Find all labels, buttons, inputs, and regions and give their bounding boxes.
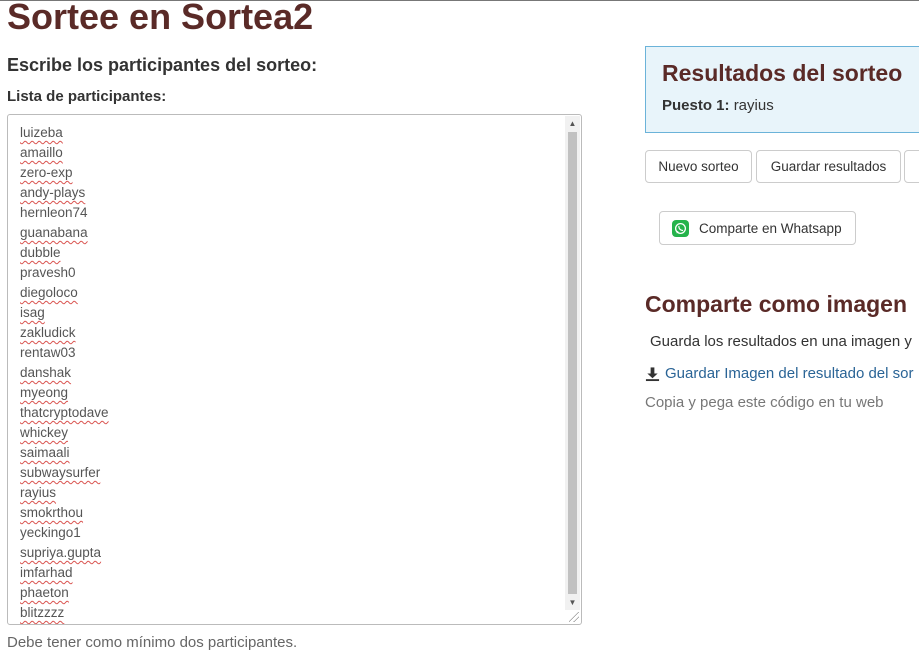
download-image-link[interactable]: Guardar Imagen del resultado del sor: [645, 365, 913, 382]
share-image-title: Comparte como imagen: [645, 291, 907, 317]
share-image-description: Guarda los resultados en una imagen y: [650, 333, 912, 350]
participant-item: saimaali: [20, 445, 70, 460]
result-position-1: Puesto 1: rayius: [662, 97, 774, 114]
results-title: Resultados del sorteo: [662, 60, 903, 86]
participants-label: Lista de participantes:: [7, 88, 167, 105]
participant-item: danshak: [20, 365, 72, 380]
download-link-label: Guardar Imagen del resultado del sor: [665, 365, 914, 382]
page-title: Sortee en Sortea2: [7, 0, 314, 37]
participant-item: phaeton: [20, 585, 69, 600]
participant-item: zero-exp: [20, 165, 73, 180]
more-action-button[interactable]: [904, 150, 919, 183]
results-panel: Resultados del sorteo Puesto 1: rayius: [645, 46, 919, 133]
participant-item: subwaysurfer: [20, 465, 101, 480]
whatsapp-share-button[interactable]: Comparte en Whatsapp: [659, 211, 856, 245]
participant-item: yeckingo1: [20, 525, 81, 540]
participant-item: blitzzzz: [20, 605, 65, 620]
participant-item: thatcryptodave: [20, 405, 109, 420]
participants-list: luizeba amaillo zero-exp andy-plays hernleon…: [20, 123, 109, 623]
participant-item: rentaw03: [20, 345, 76, 360]
participant-item: diegoloco: [20, 285, 78, 300]
whatsapp-icon: [672, 219, 689, 237]
participant-item: isag: [20, 305, 45, 320]
participant-item: imfarhad: [20, 565, 73, 580]
participant-item: amaillo: [20, 145, 63, 160]
participant-item: whickey: [20, 425, 69, 440]
whatsapp-label: Comparte en Whatsapp: [699, 220, 842, 236]
participant-item: zakludick: [20, 325, 76, 340]
participant-item: andy-plays: [20, 185, 86, 200]
new-draw-button[interactable]: Nuevo sorteo: [645, 150, 752, 183]
textarea-scrollbar[interactable]: ▲ ▼: [565, 116, 580, 610]
participant-item: rayius: [20, 485, 57, 500]
save-results-button[interactable]: Guardar resultados: [756, 150, 901, 183]
participant-item: myeong: [20, 385, 69, 400]
form-subtitle: Escribe los participantes del sorteo:: [7, 55, 318, 75]
download-icon: [645, 366, 660, 381]
participants-textarea[interactable]: luizeba amaillo zero-exp andy-plays hernleon…: [7, 114, 582, 625]
participant-item: supriya.gupta: [20, 545, 102, 560]
position-label: Puesto 1:: [662, 97, 730, 114]
participant-item: pravesh0: [20, 265, 76, 280]
winner-name: rayius: [733, 97, 774, 114]
participant-item: guanabana: [20, 225, 88, 240]
scroll-up-arrow-icon[interactable]: ▲: [565, 116, 580, 131]
participant-item: dubble: [20, 245, 61, 260]
embed-code-note: Copia y pega este código en tu web: [645, 394, 884, 411]
participant-item: smokrthou: [20, 505, 84, 520]
min-participants-hint: Debe tener como mínimo dos participantes…: [7, 634, 298, 651]
participant-item: hernleon74: [20, 205, 88, 220]
participant-item: luizeba: [20, 125, 63, 140]
scroll-down-arrow-icon[interactable]: ▼: [565, 595, 580, 610]
scroll-thumb[interactable]: [568, 132, 577, 594]
resize-grip-icon[interactable]: [569, 612, 579, 622]
